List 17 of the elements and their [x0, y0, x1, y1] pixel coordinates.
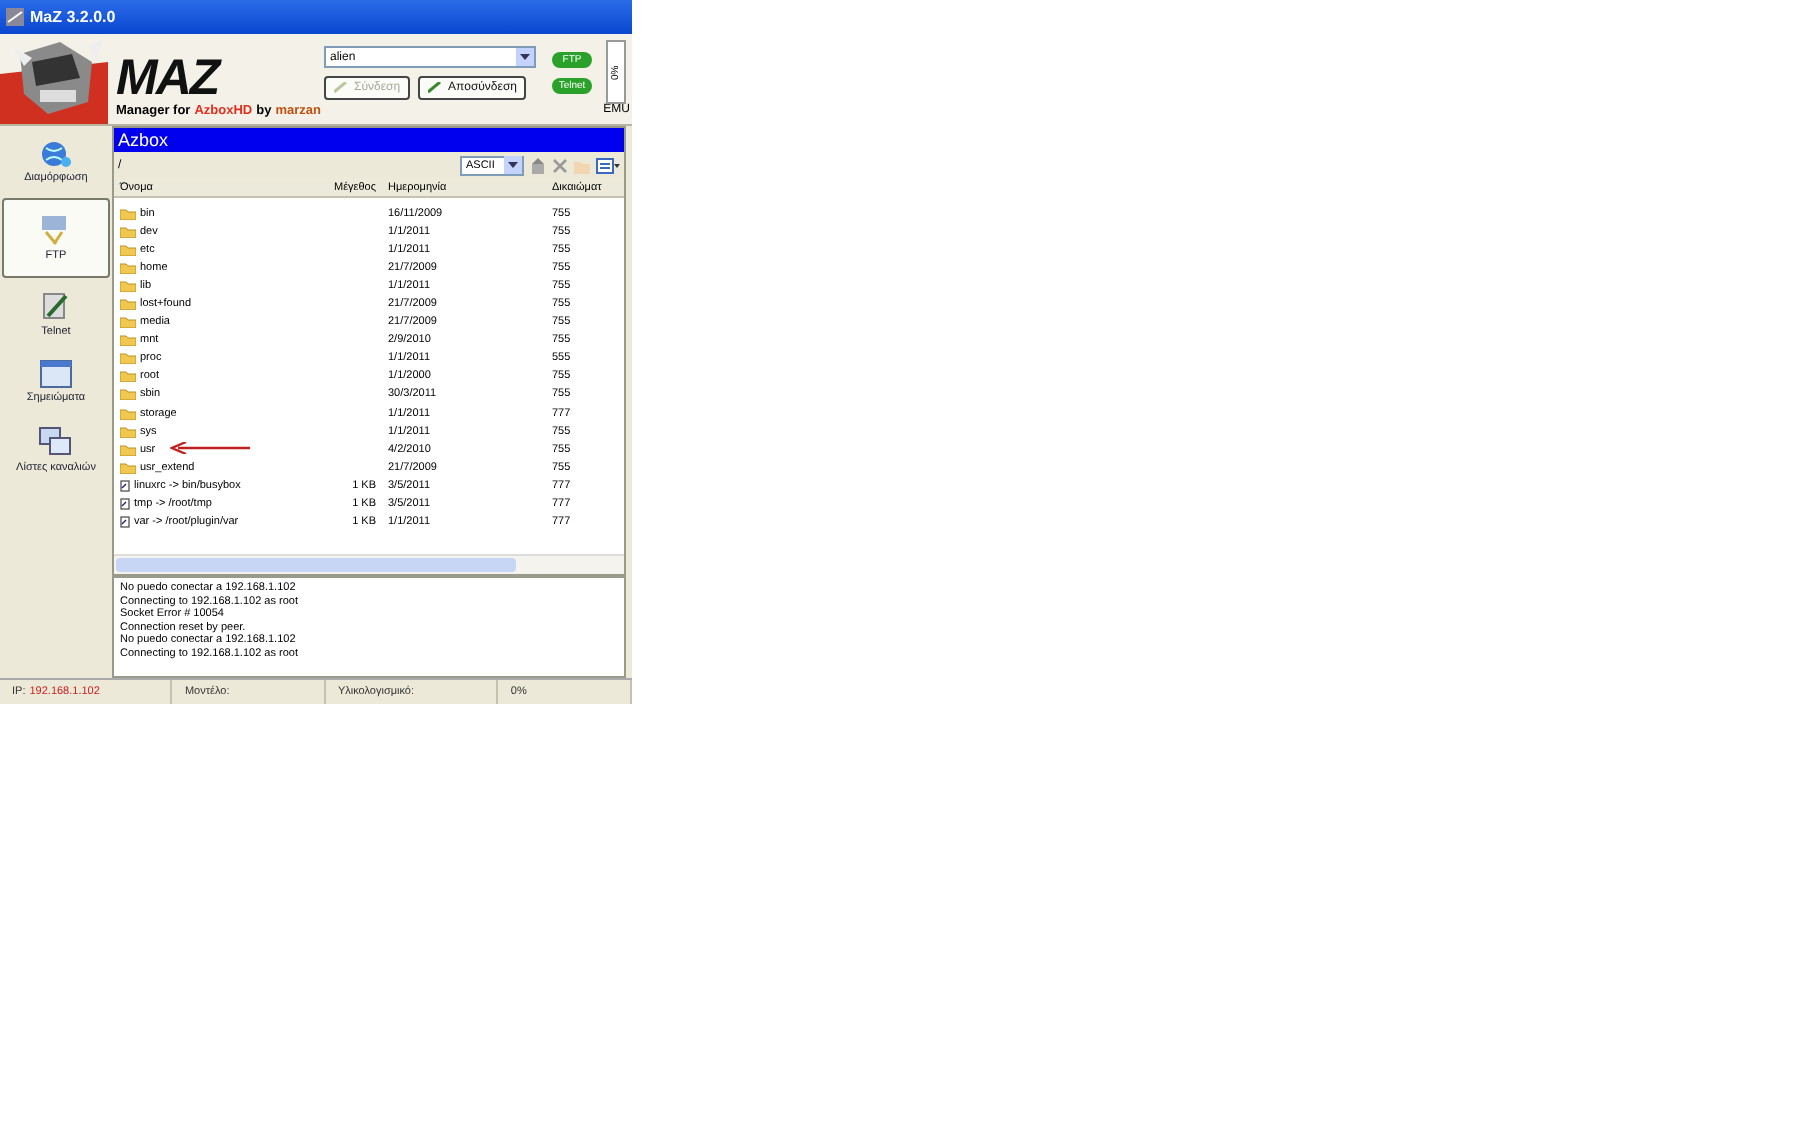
caret-icon — [508, 162, 518, 168]
delete-icon[interactable] — [552, 157, 568, 173]
logo-text: MAZ — [116, 52, 222, 104]
pen-icon — [42, 290, 70, 322]
file-link-icon — [120, 479, 130, 492]
horizontal-scrollbar[interactable] — [114, 554, 624, 574]
globe-icon — [40, 140, 72, 168]
app-icon — [6, 8, 24, 26]
window-icon — [40, 360, 72, 388]
computers-icon — [38, 426, 74, 458]
window-title: MaZ 3.2.0.0 — [30, 8, 116, 26]
view-menu-icon[interactable] — [596, 157, 620, 173]
panel-title: Azbox — [114, 128, 624, 152]
file-link-icon — [120, 498, 130, 511]
upload-icon[interactable] — [530, 157, 546, 173]
file-link-icon — [120, 516, 130, 529]
caret-icon — [520, 54, 530, 60]
